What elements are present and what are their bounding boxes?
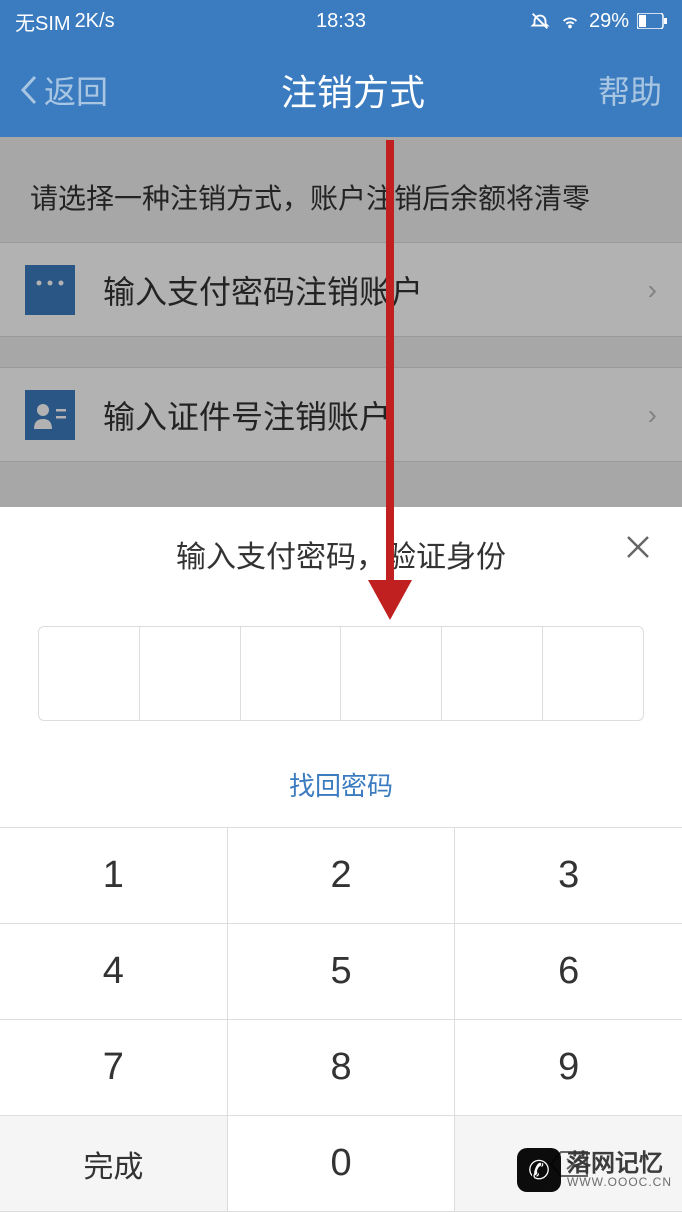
- key-9[interactable]: 9: [455, 1020, 682, 1116]
- mute-icon: [529, 10, 551, 32]
- key-6[interactable]: 6: [455, 924, 682, 1020]
- pin-digit-1: [39, 627, 140, 720]
- modal-header: 输入支付密码，验证身份 找回密码: [0, 507, 682, 827]
- back-label: 返回: [44, 67, 108, 113]
- key-1[interactable]: 1: [0, 828, 228, 924]
- pin-digit-5: [442, 627, 543, 720]
- network-speed: 2K/s: [75, 10, 115, 33]
- key-2[interactable]: 2: [228, 828, 456, 924]
- key-7[interactable]: 7: [0, 1020, 228, 1116]
- status-right: 29%: [529, 10, 667, 33]
- key-4[interactable]: 4: [0, 924, 228, 1020]
- status-bar: 无SIM 2K/s 18:33 29%: [0, 0, 682, 42]
- key-3[interactable]: 3: [455, 828, 682, 924]
- pin-digit-4: [341, 627, 442, 720]
- pin-digit-6: [543, 627, 643, 720]
- key-0[interactable]: 0: [228, 1116, 456, 1212]
- pin-input[interactable]: [38, 626, 644, 721]
- key-5[interactable]: 5: [228, 924, 456, 1020]
- watermark: ✆ 落网记忆 WWW.OOOC.CN: [517, 1148, 672, 1192]
- pin-digit-3: [241, 627, 342, 720]
- watermark-logo-icon: ✆: [517, 1148, 561, 1192]
- key-8[interactable]: 8: [228, 1020, 456, 1116]
- watermark-title: 落网记忆: [567, 1152, 672, 1176]
- wifi-icon: [559, 10, 581, 32]
- back-button[interactable]: 返回: [20, 67, 108, 113]
- nav-bar: 返回 注销方式 帮助: [0, 42, 682, 137]
- help-button[interactable]: 帮助: [598, 67, 662, 113]
- pin-digit-2: [140, 627, 241, 720]
- battery-percent: 29%: [589, 10, 629, 33]
- recover-password-link[interactable]: 找回密码: [0, 766, 682, 803]
- sim-status: 无SIM: [15, 7, 71, 36]
- close-button[interactable]: [624, 532, 652, 569]
- battery-icon: [637, 13, 667, 29]
- status-left: 无SIM 2K/s: [15, 7, 115, 36]
- watermark-url: WWW.OOOC.CN: [567, 1176, 672, 1188]
- chevron-left-icon: [20, 74, 38, 106]
- close-icon: [624, 533, 652, 561]
- clock: 18:33: [316, 10, 366, 33]
- password-modal: 输入支付密码，验证身份 找回密码 1 2 3 4 5 6 7 8 9: [0, 507, 682, 1212]
- page-title: 注销方式: [281, 64, 425, 116]
- modal-title: 输入支付密码，验证身份: [0, 532, 682, 576]
- key-done[interactable]: 完成: [0, 1116, 228, 1212]
